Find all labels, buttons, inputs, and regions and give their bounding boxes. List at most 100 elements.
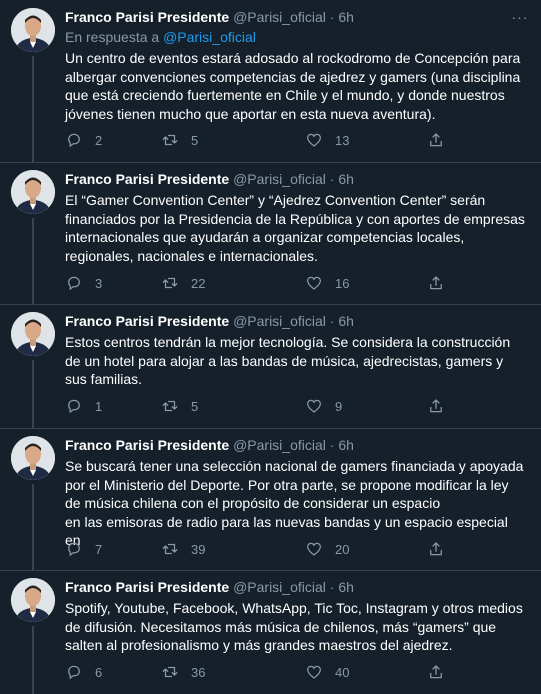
retweet-icon [162,543,178,555]
like-button[interactable]: 20 [305,539,349,559]
retweet-button[interactable]: 5 [161,130,198,150]
heart-icon [306,665,322,679]
author-handle[interactable]: @Parisi_oficial [233,437,326,453]
author-name[interactable]: Franco Parisi Presidente [65,9,229,25]
author-name[interactable]: Franco Parisi Presidente [65,171,229,187]
timestamp[interactable]: 6h [338,437,354,453]
author-name[interactable]: Franco Parisi Presidente [65,313,229,329]
retweet-button[interactable]: 5 [161,396,198,416]
thread-line [32,56,34,162]
reply-icon [68,665,80,680]
separator-dot: · [329,313,335,329]
like-count: 16 [335,275,350,291]
reply-icon [68,542,80,557]
reply-count: 3 [95,275,103,291]
avatar[interactable] [11,170,55,214]
timestamp[interactable]: 6h [338,313,354,329]
tweet[interactable]: Franco Parisi Presidente @Parisi_oficial… [0,428,541,571]
reply-count: 1 [95,398,103,414]
tweet[interactable]: Franco Parisi Presidente @Parisi_oficial… [0,304,541,429]
like-button[interactable]: 16 [305,273,349,293]
heart-icon [306,399,322,413]
thread-line [32,360,34,428]
share-icon [430,542,442,556]
tweet[interactable]: Franco Parisi Presidente @Parisi_oficial… [0,570,541,694]
tweet-text: Estos centros tendrán la mejor tecnologí… [65,334,511,387]
avatar[interactable] [11,312,55,356]
retweet-button[interactable]: 22 [161,273,205,293]
tweet[interactable]: Franco Parisi Presidente @Parisi_oficial… [0,0,541,163]
share-icon [430,133,442,147]
reply-button[interactable]: 7 [65,539,102,559]
thread-line [32,484,34,570]
tweet-actions: 2 5 13 [65,130,445,150]
retweet-button[interactable]: 39 [161,539,205,559]
like-count: 13 [335,132,350,148]
like-button[interactable]: 13 [305,130,349,150]
tweet-actions: 1 5 9 [65,396,445,416]
timestamp[interactable]: 6h [338,171,354,187]
heart-icon [306,133,322,147]
reply-count: 6 [95,664,103,680]
avatar[interactable] [11,436,55,480]
tweet-header: Franco Parisi Presidente @Parisi_oficial… [65,436,525,454]
reply-prefix: En respuesta a [65,29,160,45]
reply-button[interactable]: 6 [65,662,102,682]
retweet-button[interactable]: 36 [161,662,205,682]
reply-icon [68,399,80,414]
avatar[interactable] [11,8,55,52]
author-handle[interactable]: @Parisi_oficial [233,171,326,187]
share-button[interactable] [427,662,445,682]
tweet[interactable]: Franco Parisi Presidente @Parisi_oficial… [0,162,541,305]
share-button[interactable] [427,130,445,150]
tweet-text: Se buscará tener una selección nacional … [65,458,524,548]
retweet-icon [162,666,178,678]
reply-count: 2 [95,132,103,148]
like-count: 9 [335,398,343,414]
share-button[interactable] [427,396,445,416]
retweet-icon [162,277,178,289]
heart-icon [306,542,322,556]
share-button[interactable] [427,273,445,293]
author-handle[interactable]: @Parisi_oficial [233,9,326,25]
retweet-icon [162,400,178,412]
separator-dot: · [329,579,335,595]
tweet-actions: 3 22 16 [65,273,445,293]
thread-line [32,218,34,304]
like-button[interactable]: 40 [305,662,349,682]
tweet-actions: 6 36 40 [65,662,445,682]
author-handle[interactable]: @Parisi_oficial [233,313,326,329]
share-icon [430,665,442,679]
author-handle[interactable]: @Parisi_oficial [233,579,326,595]
retweet-count: 22 [191,275,206,291]
timestamp[interactable]: 6h [338,9,354,25]
heart-icon [306,276,322,290]
reply-count: 7 [95,541,103,557]
tweet-actions: 7 39 20 [65,539,445,559]
like-button[interactable]: 9 [305,396,342,416]
reply-to-handle-link[interactable]: @Parisi_oficial [163,29,256,45]
thread-line [32,626,34,694]
timestamp[interactable]: 6h [338,579,354,595]
share-icon [430,399,442,413]
separator-dot: · [329,171,335,187]
separator-dot: · [329,437,335,453]
tweet-header: Franco Parisi Presidente @Parisi_oficial… [65,170,525,188]
reply-button[interactable]: 3 [65,273,102,293]
reply-button[interactable]: 1 [65,396,102,416]
retweet-icon [162,134,178,146]
like-count: 40 [335,664,350,680]
reply-button[interactable]: 2 [65,130,102,150]
reply-icon [68,133,80,148]
share-button[interactable] [427,539,445,559]
author-name[interactable]: Franco Parisi Presidente [65,437,229,453]
more-options-icon[interactable]: ··· [509,8,531,26]
separator-dot: · [329,9,335,25]
tweet-text: Spotify, Youtube, Facebook, WhatsApp, Ti… [65,600,523,653]
retweet-count: 36 [191,664,206,680]
retweet-count: 5 [191,132,199,148]
tweet-header: Franco Parisi Presidente @Parisi_oficial… [65,8,528,26]
author-name[interactable]: Franco Parisi Presidente [65,579,229,595]
reply-icon [68,276,80,291]
avatar[interactable] [11,578,55,622]
